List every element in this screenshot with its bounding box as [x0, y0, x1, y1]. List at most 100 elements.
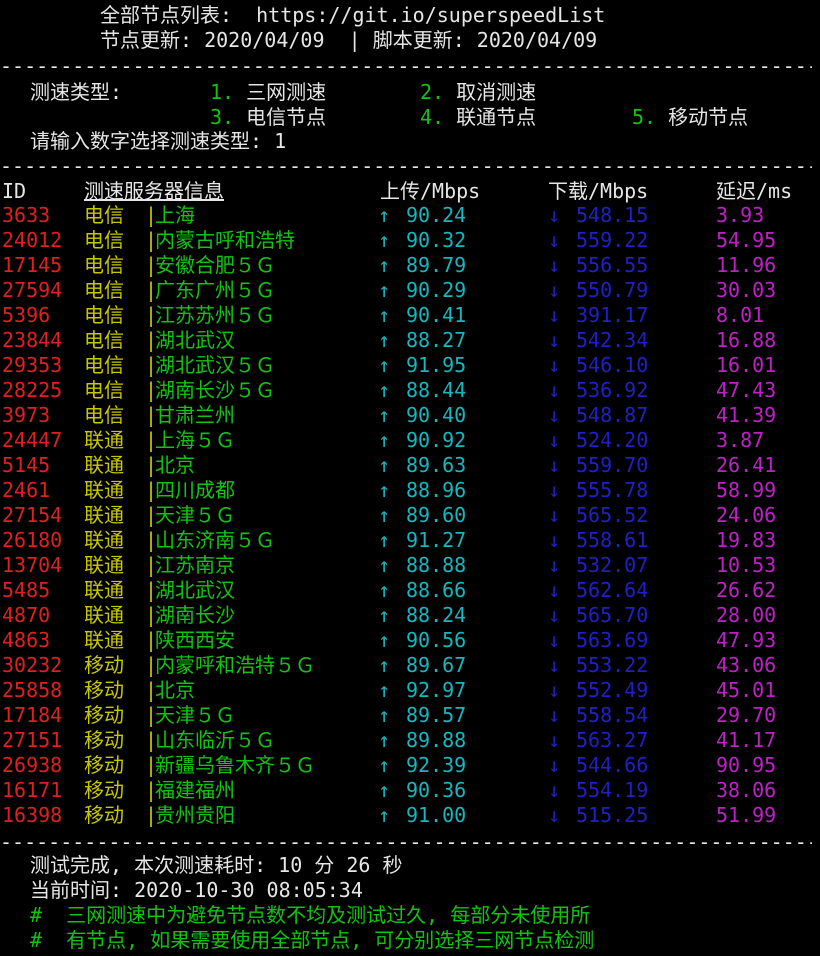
- menu-option-2[interactable]: 2. 取消测速: [420, 80, 536, 105]
- row-download: 550.79: [576, 278, 649, 302]
- row-download: 515.25: [576, 803, 649, 827]
- note-line-1: # 三网测速中为避免节点数不均及测试过久, 每部分未使用所: [30, 903, 591, 927]
- download-arrow-icon: ↓: [548, 353, 561, 377]
- row-upload: 90.41: [406, 303, 467, 327]
- row-latency: 58.99: [716, 478, 777, 502]
- row-upload: 89.63: [406, 453, 467, 477]
- row-isp: 移动: [84, 678, 124, 702]
- table-row: 16398 移动 | 贵州贵阳 ↑ 91.00 ↓ 515.25 51.99: [0, 803, 820, 828]
- row-id: 27594: [2, 278, 63, 302]
- row-download: 563.69: [576, 628, 649, 652]
- row-isp: 电信: [84, 328, 124, 352]
- upload-arrow-icon: ↑: [378, 378, 391, 402]
- row-latency: 43.06: [716, 653, 777, 677]
- row-download: 556.55: [576, 253, 649, 277]
- row-location: 福建福州: [155, 778, 235, 802]
- row-latency: 41.39: [716, 403, 777, 427]
- row-location: 上海: [155, 203, 195, 227]
- row-download: 546.10: [576, 353, 649, 377]
- row-download: 558.61: [576, 528, 649, 552]
- table-row: 17145 电信 | 安徽合肥５Ｇ ↑ 89.79 ↓ 556.55 11.96: [0, 253, 820, 278]
- row-location: 湖北武汉: [155, 328, 235, 352]
- row-latency: 28.00: [716, 603, 777, 627]
- row-upload: 90.32: [406, 228, 467, 252]
- table-row: 29353 电信 | 湖北武汉５Ｇ ↑ 91.95 ↓ 546.10 16.01: [0, 353, 820, 378]
- menu-option-3[interactable]: 3. 电信节点: [210, 105, 326, 130]
- row-id: 3973: [2, 403, 51, 427]
- menu-option-1[interactable]: 1. 三网测速: [210, 80, 326, 105]
- row-id: 26180: [2, 528, 63, 552]
- row-download: 542.34: [576, 328, 649, 352]
- row-download: 544.66: [576, 753, 649, 777]
- row-location: 新疆乌鲁木齐５Ｇ: [155, 753, 315, 777]
- table-row: 5396 电信 | 江苏苏州５Ｇ ↑ 90.41 ↓ 391.17 8.01: [0, 303, 820, 328]
- row-download: 391.17: [576, 303, 649, 327]
- node-update-label: 节点更新:: [100, 28, 193, 52]
- row-upload: 90.92: [406, 428, 467, 452]
- row-isp: 电信: [84, 378, 124, 402]
- upload-arrow-icon: ↑: [378, 203, 391, 227]
- table-row: 23844 电信 | 湖北武汉 ↑ 88.27 ↓ 542.34 16.88: [0, 328, 820, 353]
- row-download: 554.19: [576, 778, 649, 802]
- upload-arrow-icon: ↑: [378, 403, 391, 427]
- node-update: 2020/04/09: [204, 28, 325, 52]
- list-url: https://git.io/superspeedList: [256, 3, 606, 27]
- upload-arrow-icon: ↑: [378, 703, 391, 727]
- row-upload: 88.44: [406, 378, 467, 402]
- row-download: 524.20: [576, 428, 649, 452]
- row-upload: 90.40: [406, 403, 467, 427]
- row-upload: 92.97: [406, 678, 467, 702]
- row-location: 内蒙古呼和浩特: [155, 228, 295, 252]
- separator-top: ----------------------------------------…: [0, 54, 812, 78]
- row-id: 24447: [2, 428, 63, 452]
- row-id: 24012: [2, 228, 63, 252]
- row-upload: 90.36: [406, 778, 467, 802]
- upload-arrow-icon: ↑: [378, 528, 391, 552]
- row-latency: 3.93: [716, 203, 765, 227]
- row-download: 553.22: [576, 653, 649, 677]
- col-upload: 上传/Mbps: [380, 179, 481, 203]
- row-latency: 26.41: [716, 453, 777, 477]
- header-line-2: 节点更新: 2020/04/09 | 脚本更新: 2020/04/09: [100, 28, 597, 53]
- row-upload: 89.88: [406, 728, 467, 752]
- row-isp: 移动: [84, 778, 124, 802]
- note-line-2: # 有节点, 如果需要使用全部节点, 可分别选择三网节点检测: [30, 928, 595, 952]
- row-upload: 92.39: [406, 753, 467, 777]
- row-id: 27154: [2, 503, 63, 527]
- table-row: 24447 联通 | 上海５Ｇ ↑ 90.92 ↓ 524.20 3.87: [0, 428, 820, 453]
- row-id: 29353: [2, 353, 63, 377]
- upload-arrow-icon: ↑: [378, 678, 391, 702]
- download-arrow-icon: ↓: [548, 278, 561, 302]
- download-arrow-icon: ↓: [548, 228, 561, 252]
- row-latency: 29.70: [716, 703, 777, 727]
- col-id: ID: [2, 179, 27, 203]
- download-arrow-icon: ↓: [548, 628, 561, 652]
- table-row: 3973 电信 | 甘肃兰州 ↑ 90.40 ↓ 548.87 41.39: [0, 403, 820, 428]
- table-row: 27594 电信 | 广东广州５Ｇ ↑ 90.29 ↓ 550.79 30.03: [0, 278, 820, 303]
- row-location: 四川成都: [155, 478, 235, 502]
- row-id: 4870: [2, 603, 51, 627]
- row-location: 陕西西安: [155, 628, 235, 652]
- menu-option-5[interactable]: 5. 移动节点: [632, 105, 748, 130]
- list-label: 全部节点列表:: [100, 3, 233, 27]
- row-upload: 90.56: [406, 628, 467, 652]
- row-location: 贵州贵阳: [155, 803, 235, 827]
- menu-prompt[interactable]: 请输入数字选择测速类型: 1: [30, 129, 286, 154]
- row-location: 天津５Ｇ: [155, 503, 235, 527]
- download-arrow-icon: ↓: [548, 703, 561, 727]
- table-row: 25858 移动 | 北京 ↑ 92.97 ↓ 552.49 45.01: [0, 678, 820, 703]
- row-location: 上海５Ｇ: [155, 428, 235, 452]
- row-upload: 90.29: [406, 278, 467, 302]
- row-location: 湖南长沙: [155, 603, 235, 627]
- upload-arrow-icon: ↑: [378, 503, 391, 527]
- download-arrow-icon: ↓: [548, 603, 561, 627]
- table-row: 4870 联通 | 湖南长沙 ↑ 88.24 ↓ 565.70 28.00: [0, 603, 820, 628]
- download-arrow-icon: ↓: [548, 303, 561, 327]
- row-download: 555.78: [576, 478, 649, 502]
- menu-option-4[interactable]: 4. 联通节点: [420, 105, 536, 130]
- download-arrow-icon: ↓: [548, 803, 561, 827]
- download-arrow-icon: ↓: [548, 653, 561, 677]
- row-id: 4863: [2, 628, 51, 652]
- script-update: 2020/04/09: [476, 28, 598, 52]
- row-isp: 联通: [84, 453, 124, 477]
